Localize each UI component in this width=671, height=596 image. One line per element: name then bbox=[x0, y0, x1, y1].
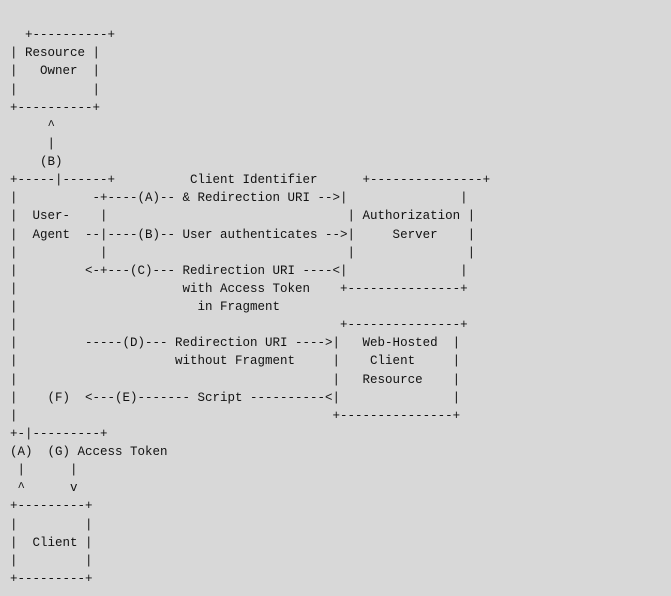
oauth-diagram: +----------+ | Resource | | Owner | | | … bbox=[0, 0, 500, 596]
diagram-text: +----------+ | Resource | | Owner | | | … bbox=[10, 28, 490, 586]
